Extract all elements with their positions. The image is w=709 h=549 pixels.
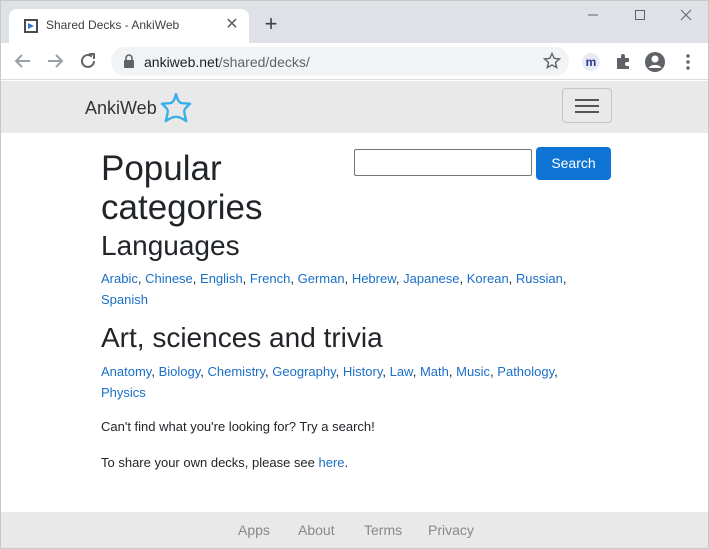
- search-button[interactable]: Search: [536, 147, 611, 180]
- lock-icon: [124, 54, 134, 68]
- profile-avatar-icon[interactable]: [644, 51, 666, 73]
- footer-link-about[interactable]: About: [298, 522, 335, 538]
- site-brand[interactable]: AnkiWeb: [85, 91, 193, 125]
- browser-toolbar: ankiweb.net/shared/decks/ m: [1, 43, 708, 80]
- category-link[interactable]: Music: [456, 364, 490, 379]
- languages-links: Arabic, Chinese, English, French, German…: [101, 271, 567, 307]
- navbar-toggle-button[interactable]: [562, 88, 612, 123]
- search-input[interactable]: [354, 149, 532, 176]
- category-link[interactable]: Hebrew: [352, 271, 396, 286]
- footer-link-privacy[interactable]: Privacy: [428, 522, 474, 538]
- footer-link-terms[interactable]: Terms: [364, 522, 402, 538]
- category-link[interactable]: Pathology: [497, 364, 554, 379]
- close-tab-icon[interactable]: ✕: [223, 16, 241, 34]
- category-link[interactable]: Geography: [272, 364, 335, 379]
- new-tab-icon[interactable]: +: [259, 13, 283, 37]
- browser-tab[interactable]: Shared Decks - AnkiWeb ✕: [9, 9, 249, 43]
- share-text: To share your own decks, please see here…: [101, 455, 349, 470]
- back-icon[interactable]: [12, 50, 36, 72]
- browser-window: Shared Decks - AnkiWeb ✕ + ankiweb.net/s…: [0, 0, 709, 549]
- section-title-languages: Languages: [101, 230, 240, 261]
- category-link[interactable]: Arabic: [101, 271, 138, 286]
- maximize-icon[interactable]: [626, 5, 654, 27]
- close-window-icon[interactable]: [672, 5, 700, 27]
- category-link[interactable]: Anatomy: [101, 364, 151, 379]
- page-title: Popular categories: [101, 149, 263, 227]
- hamburger-bar: [575, 105, 599, 107]
- category-link[interactable]: Physics: [101, 385, 146, 400]
- url-text: ankiweb.net/shared/decks/: [144, 54, 310, 70]
- category-link[interactable]: Law: [390, 364, 413, 379]
- address-bar[interactable]: ankiweb.net/shared/decks/: [111, 47, 569, 76]
- site-navbar: AnkiWeb: [1, 81, 708, 133]
- hint-text: Can't find what you're looking for? Try …: [101, 419, 375, 434]
- reload-icon[interactable]: [77, 50, 101, 72]
- category-link[interactable]: Biology: [159, 364, 201, 379]
- footer-link-apps[interactable]: Apps: [238, 522, 270, 538]
- category-link[interactable]: English: [200, 271, 243, 286]
- share-here-link[interactable]: here: [319, 455, 345, 470]
- category-link[interactable]: Spanish: [101, 292, 148, 307]
- category-link[interactable]: Math: [420, 364, 449, 379]
- category-link[interactable]: German: [298, 271, 345, 286]
- category-link[interactable]: Chemistry: [208, 364, 266, 379]
- extension-m-icon[interactable]: m: [580, 51, 602, 73]
- forward-icon[interactable]: [44, 50, 68, 72]
- category-link[interactable]: Japanese: [403, 271, 459, 286]
- category-link[interactable]: Russian: [516, 271, 563, 286]
- category-link[interactable]: Chinese: [145, 271, 193, 286]
- category-link[interactable]: French: [250, 271, 290, 286]
- ankiweb-favicon-icon: [24, 19, 38, 33]
- brand-name: AnkiWeb: [85, 97, 157, 118]
- sciences-links: Anatomy, Biology, Chemistry, Geography, …: [101, 364, 558, 400]
- bookmark-star-icon[interactable]: [543, 52, 561, 70]
- hamburger-bar: [575, 111, 599, 113]
- category-link[interactable]: History: [343, 364, 382, 379]
- tab-title: Shared Decks - AnkiWeb: [46, 18, 180, 32]
- site-footer: Apps About Terms Privacy: [1, 512, 708, 548]
- svg-text:m: m: [586, 55, 597, 69]
- minimize-icon[interactable]: [579, 5, 607, 27]
- category-link[interactable]: Korean: [467, 271, 509, 286]
- hamburger-bar: [575, 99, 599, 101]
- extensions-puzzle-icon[interactable]: [612, 51, 634, 73]
- section-title-sciences: Art, sciences and trivia: [101, 322, 383, 353]
- browser-menu-icon[interactable]: [677, 51, 699, 73]
- tab-strip: Shared Decks - AnkiWeb ✕ +: [1, 1, 708, 43]
- star-outline-icon: [160, 92, 191, 123]
